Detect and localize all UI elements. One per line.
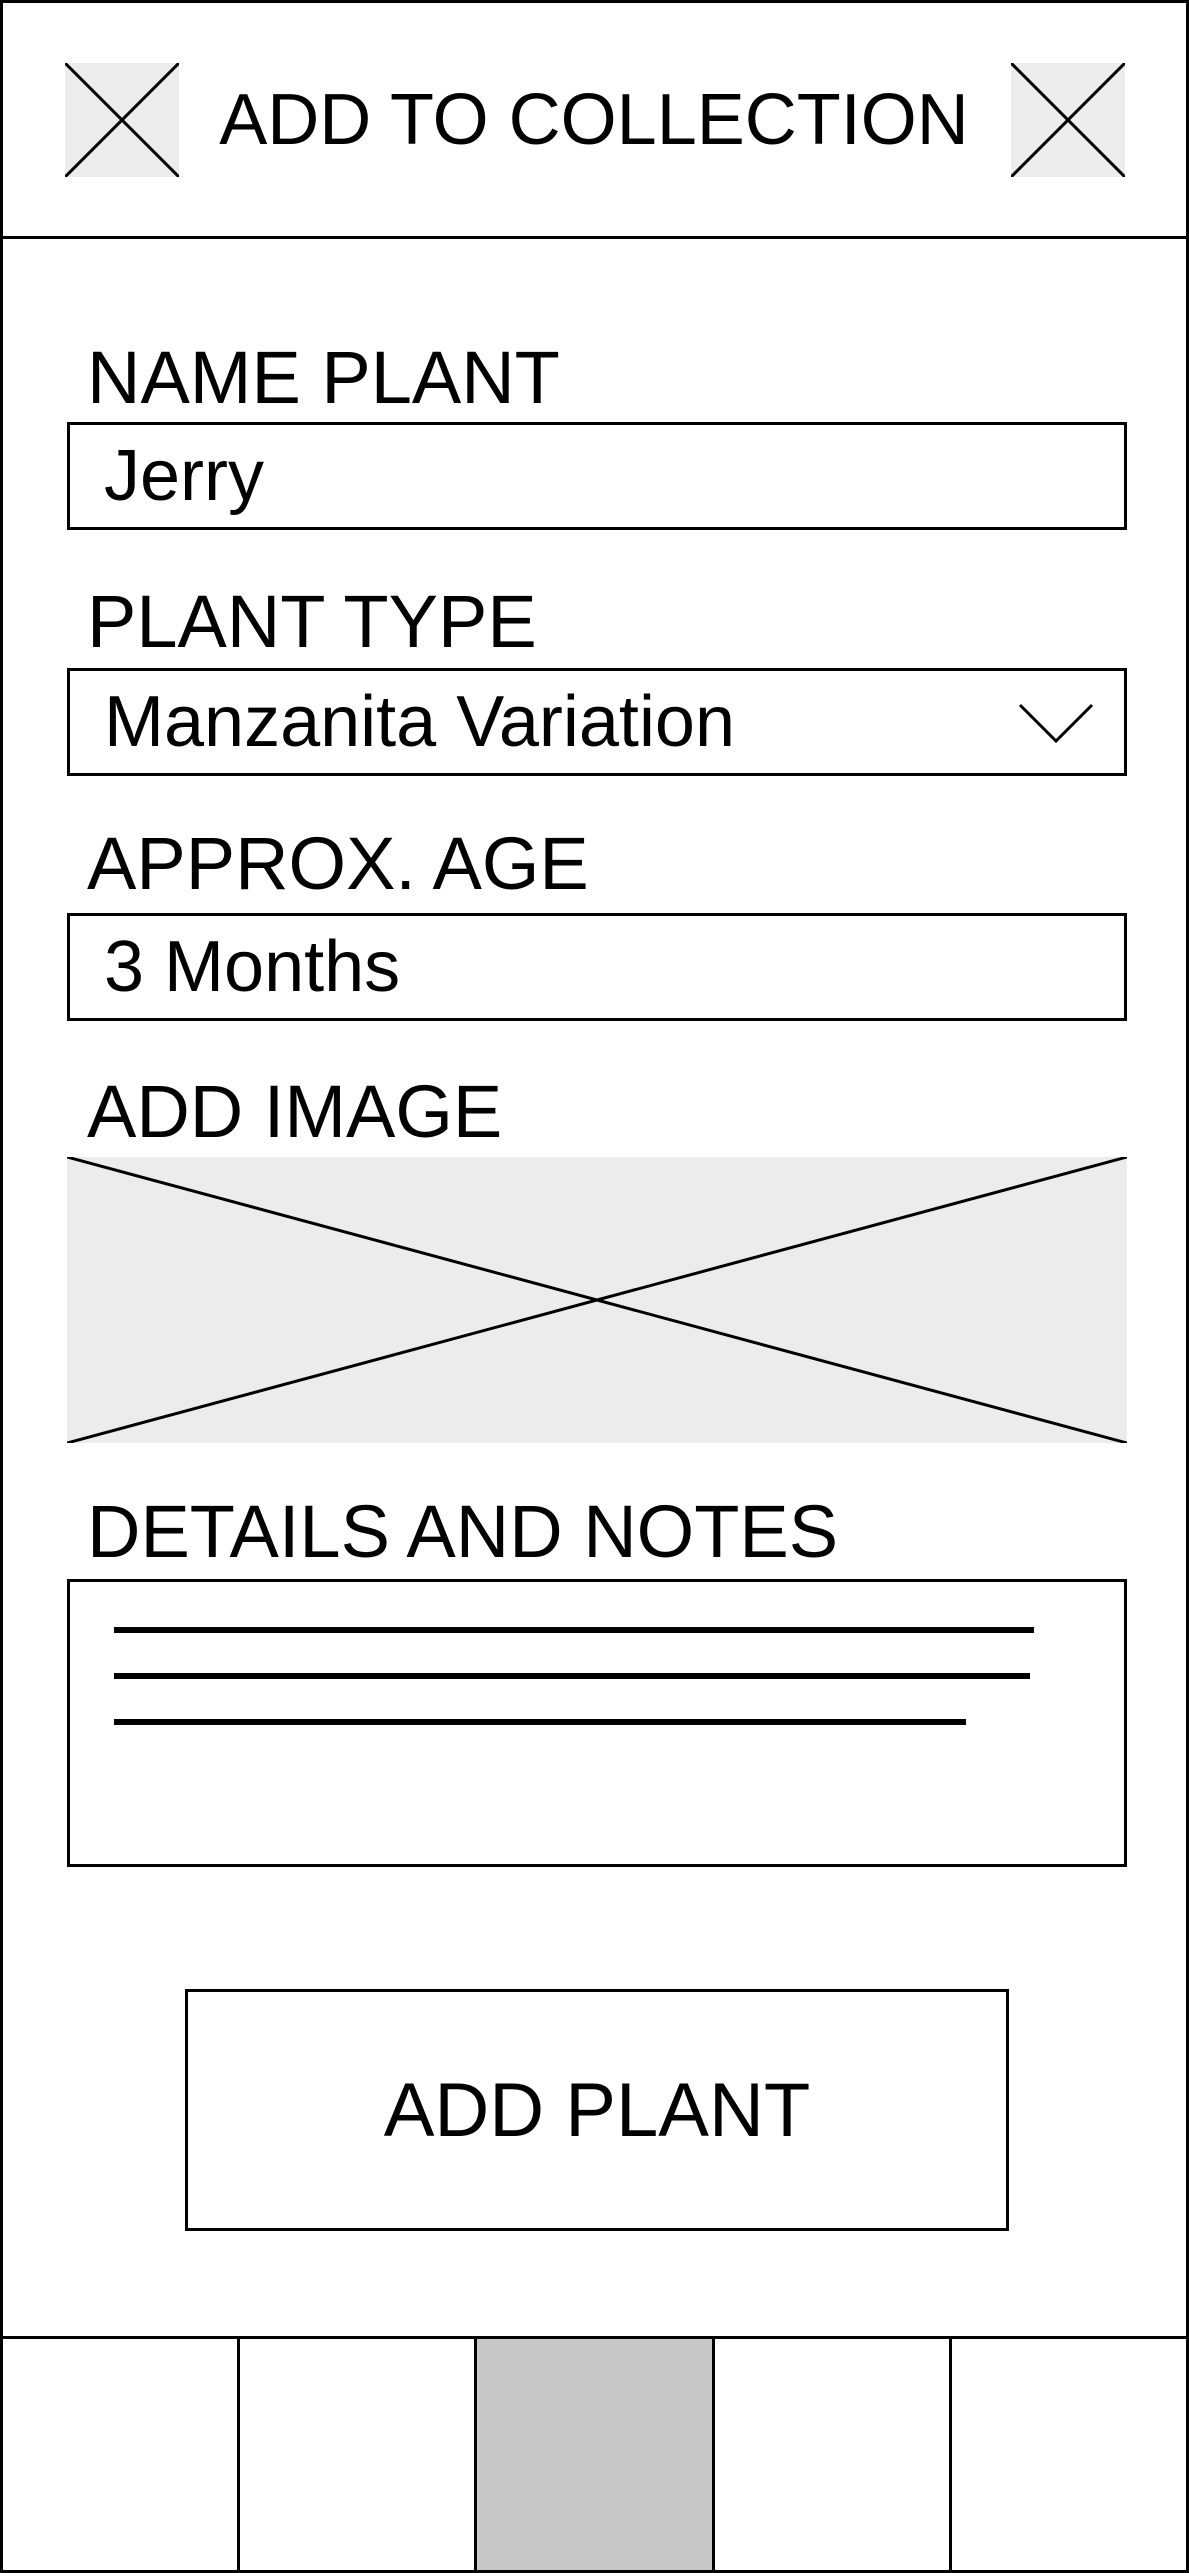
add-image-label: ADD IMAGE: [87, 1070, 503, 1153]
nav-tab-4[interactable]: [714, 2339, 952, 2570]
close-placeholder-icon[interactable]: [1011, 63, 1125, 177]
plant-type-label: PLANT TYPE: [87, 580, 537, 663]
nav-tab-5[interactable]: [951, 2339, 1187, 2570]
image-upload-placeholder[interactable]: [67, 1157, 1127, 1443]
close-placeholder-icon[interactable]: [65, 63, 179, 177]
plant-name-value: Jerry: [104, 436, 264, 516]
nav-tab-2[interactable]: [240, 2339, 478, 2570]
details-notes-label: DETAILS AND NOTES: [87, 1490, 839, 1573]
chevron-down-icon[interactable]: [1016, 699, 1096, 747]
plant-type-select[interactable]: Manzanita Variation: [67, 668, 1127, 776]
approx-age-value: 3 Months: [104, 927, 401, 1007]
text-line-placeholder: [114, 1673, 1030, 1679]
approx-age-input[interactable]: 3 Months: [67, 913, 1127, 1021]
header-bar: ADD TO COLLECTION: [3, 3, 1186, 239]
page-title: ADD TO COLLECTION: [219, 80, 969, 160]
nav-tab-3-active[interactable]: [477, 2339, 715, 2570]
nav-tab-1[interactable]: [3, 2339, 241, 2570]
text-line-placeholder: [114, 1719, 966, 1725]
bottom-nav: [3, 2336, 1187, 2570]
plant-type-value: Manzanita Variation: [104, 682, 736, 762]
notes-textarea[interactable]: [67, 1579, 1127, 1867]
name-plant-label: NAME PLANT: [87, 336, 560, 419]
add-plant-button[interactable]: ADD PLANT: [185, 1989, 1009, 2231]
approx-age-label: APPROX. AGE: [87, 822, 589, 905]
plant-name-input[interactable]: Jerry: [67, 422, 1127, 530]
text-line-placeholder: [114, 1627, 1034, 1633]
app-frame: ADD TO COLLECTION NAME PLANT Jerry PLANT…: [0, 0, 1189, 2573]
